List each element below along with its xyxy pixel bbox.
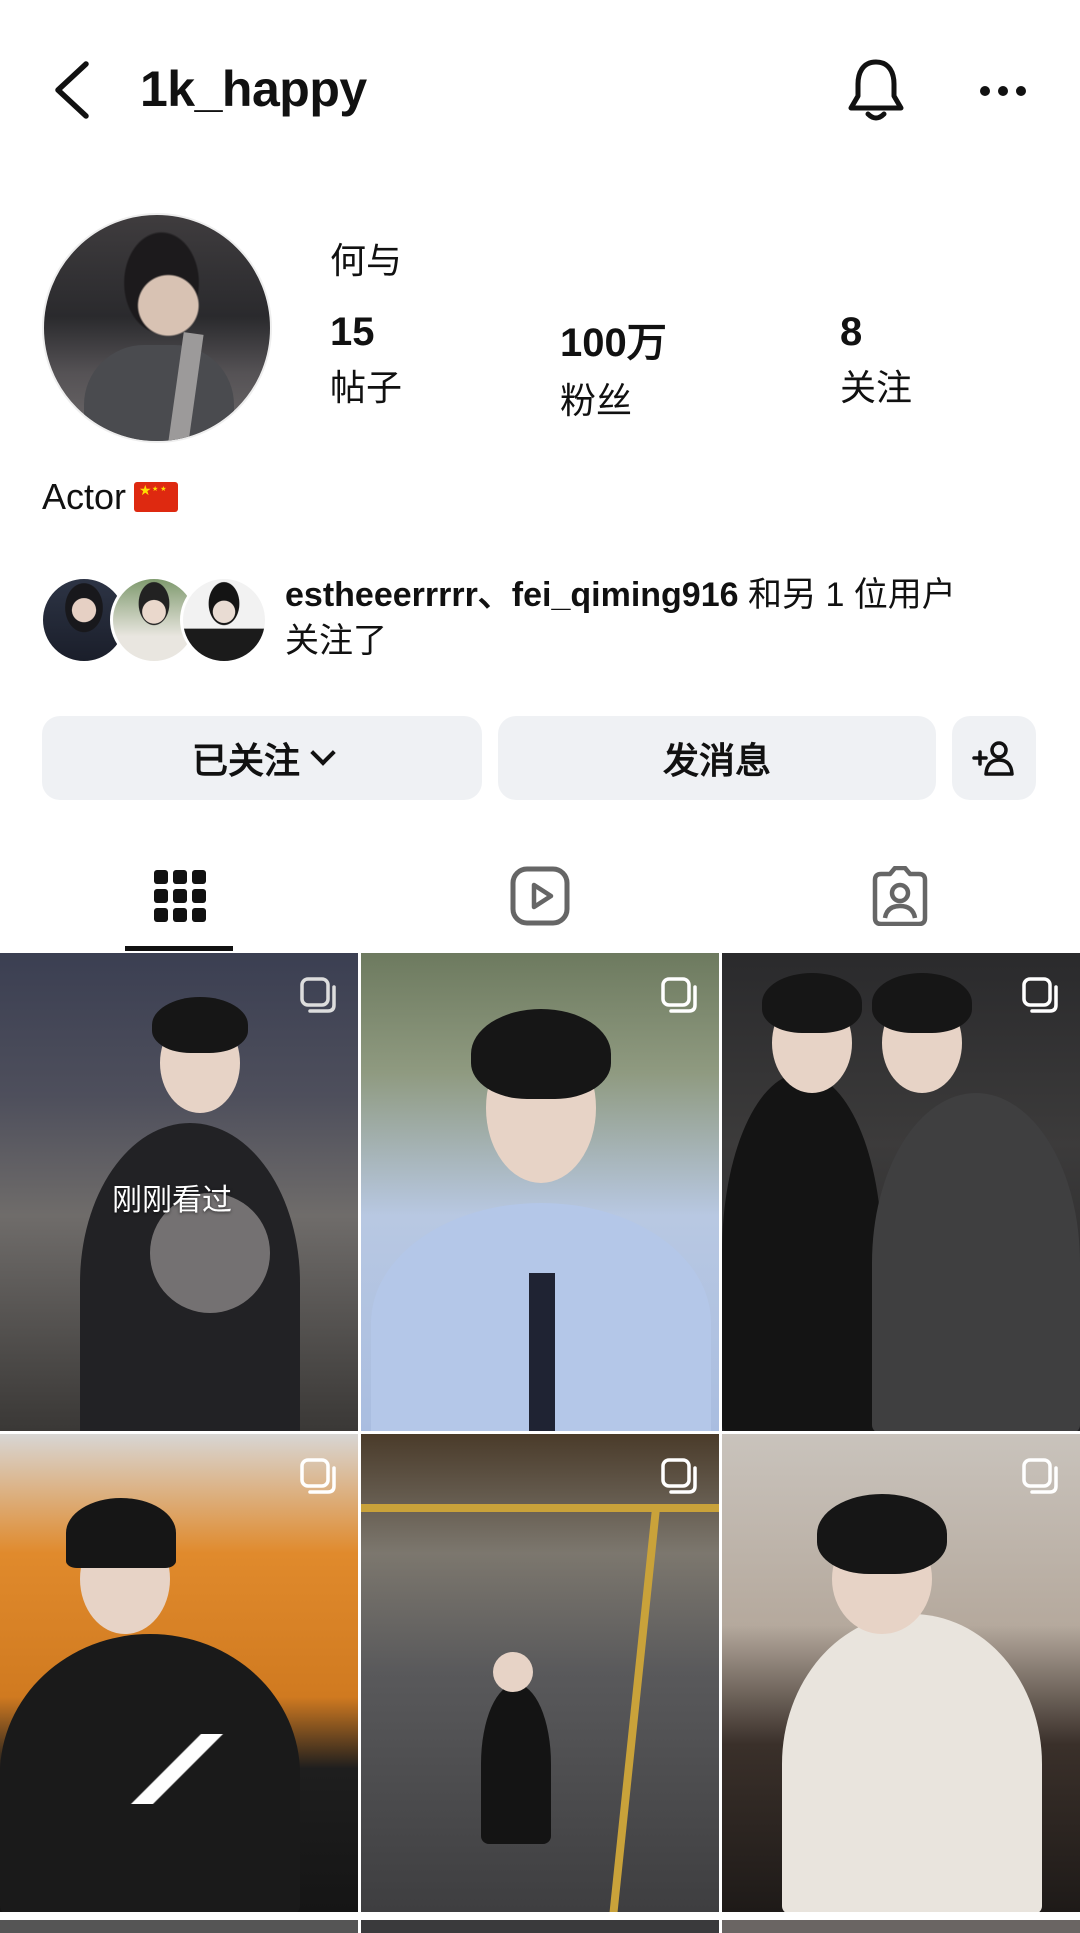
multiple-photos-icon <box>300 977 336 1013</box>
reels-icon <box>510 866 570 926</box>
next-row-peek <box>0 1920 358 1933</box>
back-icon[interactable] <box>48 58 98 122</box>
tab-reels[interactable] <box>360 840 720 952</box>
message-button[interactable]: 发消息 <box>498 716 936 800</box>
post-tile[interactable] <box>361 1434 719 1912</box>
post-tie <box>529 1273 555 1431</box>
grid-icon <box>154 870 206 922</box>
bell-icon[interactable] <box>846 56 906 124</box>
multiple-photos-icon <box>1022 1458 1058 1494</box>
post-hair <box>762 973 862 1033</box>
multiple-photos-icon <box>300 1458 336 1494</box>
profile-tabs <box>0 840 1080 952</box>
post-person <box>782 1614 1042 1912</box>
posts-grid: 刚刚看过 <box>0 953 1080 1933</box>
avatar-shirt <box>84 345 234 441</box>
post-logo <box>110 1734 240 1804</box>
stat-following-value: 8 <box>840 310 863 354</box>
mutual-names: estheeerrrrr、fei_qiming916 <box>285 576 739 614</box>
mutual-avatars[interactable] <box>40 576 270 666</box>
stat-followers-label: 粉丝 <box>560 380 633 421</box>
multiple-photos-icon <box>661 1458 697 1494</box>
more-icon[interactable] <box>978 84 1028 98</box>
post-tile[interactable] <box>0 1434 358 1912</box>
bio-text: Actor <box>42 476 127 517</box>
top-bar: 1k_happy <box>0 0 1080 180</box>
post-person <box>872 1093 1080 1431</box>
mutual-line2: 关注了 <box>285 622 387 660</box>
stat-followers[interactable]: 100万 粉丝 <box>560 310 667 424</box>
post-hair <box>152 997 248 1053</box>
post-person <box>481 1684 551 1844</box>
suggest-users-button[interactable] <box>952 716 1036 800</box>
stat-following-label: 关注 <box>840 367 913 408</box>
stat-posts-label: 帖子 <box>330 367 403 408</box>
post-hair <box>66 1498 176 1568</box>
tab-posts-grid[interactable] <box>0 840 360 952</box>
recently-viewed-label: 刚刚看过 <box>112 1184 232 1217</box>
stat-posts-value: 15 <box>330 310 375 354</box>
message-button-label: 发消息 <box>662 740 771 781</box>
post-floor <box>361 1504 719 1512</box>
profile-avatar[interactable] <box>42 213 272 443</box>
stat-followers-value: 100万 <box>560 321 667 365</box>
mutual-suffix: 和另 1 位用户 <box>738 576 956 614</box>
post-tile[interactable]: 刚刚看过 <box>0 953 358 1431</box>
profile-username: 1k_happy <box>140 61 367 117</box>
post-tile[interactable] <box>722 953 1080 1431</box>
mutual-followers-text[interactable]: estheeerrrrr、fei_qiming916 和另 1 位用户 关注了 <box>285 572 1045 664</box>
post-rail <box>609 1504 661 1912</box>
multiple-photos-icon <box>661 977 697 1013</box>
post-person <box>722 1073 882 1431</box>
post-hair <box>872 973 972 1033</box>
add-person-icon <box>972 741 1014 776</box>
multiple-photos-icon <box>1022 977 1058 1013</box>
following-button[interactable]: 已关注 <box>42 716 482 800</box>
post-hair <box>817 1494 947 1574</box>
mutual-avatar <box>180 576 268 664</box>
china-flag-icon <box>134 482 179 512</box>
tab-tagged[interactable] <box>720 840 1080 952</box>
post-tile[interactable] <box>361 953 719 1431</box>
stat-following[interactable]: 8 关注 <box>840 310 912 411</box>
bio: Actor <box>42 476 179 518</box>
tagged-icon <box>872 866 928 926</box>
stat-posts[interactable]: 15 帖子 <box>330 310 402 411</box>
chevron-down-icon <box>310 740 336 766</box>
next-row-peek <box>722 1920 1080 1933</box>
post-face <box>493 1652 533 1692</box>
display-name: 何与 <box>330 240 403 281</box>
following-button-label: 已关注 <box>191 740 300 781</box>
post-hair <box>471 1009 611 1099</box>
active-tab-indicator <box>125 946 233 951</box>
post-tile[interactable] <box>722 1434 1080 1912</box>
next-row-peek <box>361 1920 719 1933</box>
